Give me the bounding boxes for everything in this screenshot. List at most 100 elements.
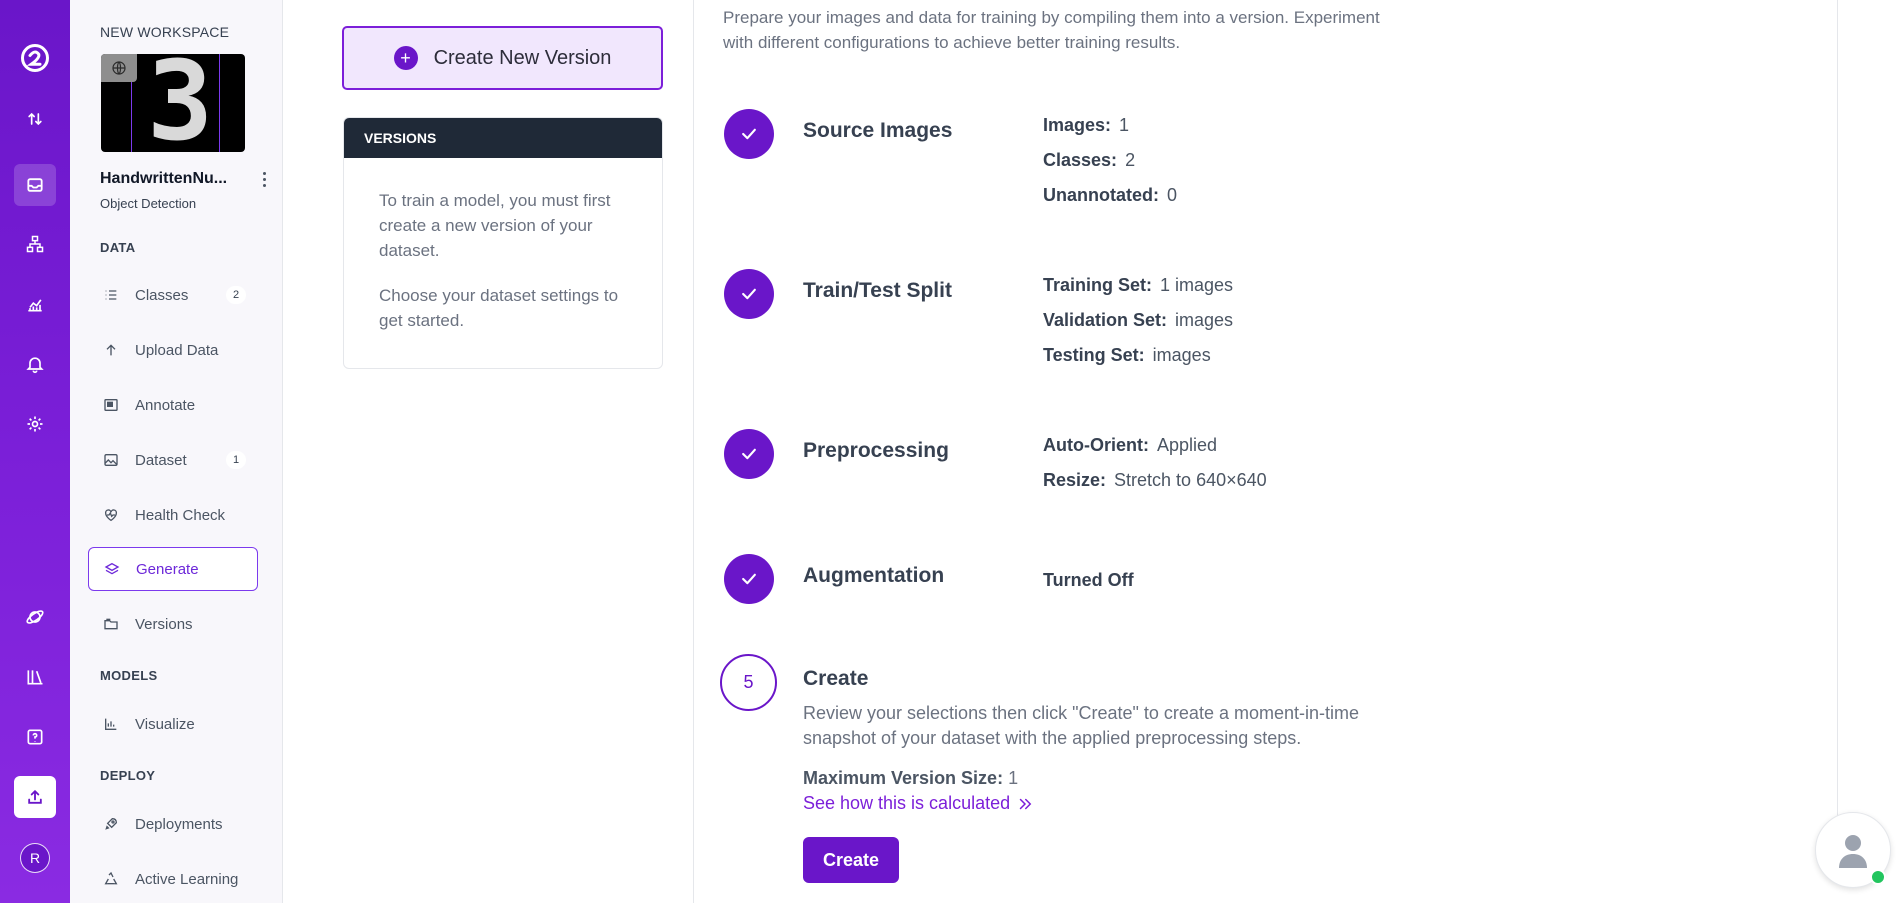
layers-icon <box>103 560 121 578</box>
step-number-badge: 5 <box>720 654 777 711</box>
sidebar-item-visualize[interactable]: Visualize <box>88 702 258 746</box>
project-thumbnail[interactable]: 3 <box>101 54 245 152</box>
image-icon <box>102 451 120 469</box>
project-sidebar: NEW WORKSPACE 3 HandwrittenNu... Object … <box>70 0 283 903</box>
field-value: 1 <box>1008 768 1019 788</box>
create-button[interactable]: Create <box>803 837 899 883</box>
sidebar-item-upload-data[interactable]: Upload Data <box>88 328 258 372</box>
sidebar-item-generate[interactable]: Generate <box>88 547 258 591</box>
field-unannotated: Unannotated: 0 <box>1043 185 1177 206</box>
empty-state-text: To train a model, you must first create … <box>379 191 611 260</box>
field-label: Classes: <box>1043 150 1118 170</box>
help-icon[interactable] <box>14 716 56 758</box>
kebab-menu-icon[interactable] <box>258 170 270 188</box>
field-images: Images: 1 <box>1043 115 1129 136</box>
create-new-version-button[interactable]: + Create New Version <box>342 26 663 90</box>
sidebar-item-deployments[interactable]: Deployments <box>88 802 258 846</box>
annotate-icon <box>102 396 120 414</box>
heart-pulse-icon <box>102 506 120 524</box>
intro-text: Prepare your images and data for trainin… <box>723 8 1380 52</box>
online-status-dot <box>1870 869 1886 885</box>
recycle-icon <box>102 870 120 888</box>
chart-icon <box>102 715 120 733</box>
versions-empty-state: To train a model, you must first create … <box>344 158 662 333</box>
sidebar-item-label: Upload Data <box>135 341 219 359</box>
sidebar-item-dataset[interactable]: Dataset 1 <box>88 438 258 482</box>
logo-icon[interactable] <box>14 37 56 79</box>
list-icon <box>102 286 120 304</box>
sidebar-item-health-check[interactable]: Health Check <box>88 493 258 537</box>
rocket-icon <box>102 815 120 833</box>
sidebar-item-label: Dataset <box>135 451 187 469</box>
double-chevron-right-icon <box>1019 798 1032 809</box>
project-type: Object Detection <box>100 196 197 211</box>
field-label: Resize: <box>1043 470 1107 490</box>
sidebar-item-label: Generate <box>136 560 199 578</box>
sidebar-item-label: Versions <box>135 615 193 633</box>
sidebar-item-label: Deployments <box>135 815 223 833</box>
section-data: DATA <box>100 240 136 255</box>
field-value: 0 <box>1167 185 1178 205</box>
plus-icon: + <box>393 46 418 70</box>
sort-arrows-icon[interactable] <box>14 98 56 140</box>
field-label: Images: <box>1043 115 1112 135</box>
step-complete-check-icon <box>724 269 774 319</box>
sidebar-item-classes[interactable]: Classes 2 <box>88 273 258 317</box>
sidebar-item-label: Health Check <box>135 506 226 524</box>
inbox-icon[interactable] <box>14 164 56 206</box>
versions-card: VERSIONS To train a model, you must firs… <box>343 117 663 369</box>
sidebar-item-label: Active Learning <box>135 870 239 888</box>
count-badge: 2 <box>226 286 246 304</box>
library-icon[interactable] <box>14 656 56 698</box>
field-value: 2 <box>1125 150 1136 170</box>
field-training-set: Training Set: 1 images <box>1043 275 1233 296</box>
field-value: images <box>1175 310 1234 330</box>
analytics-icon[interactable] <box>14 283 56 325</box>
sidebar-item-versions[interactable]: Versions <box>88 602 258 646</box>
digit-image: 3 <box>147 54 214 152</box>
hierarchy-icon[interactable] <box>14 223 56 265</box>
support-chat-button[interactable] <box>1815 812 1891 888</box>
step-title-create: Create <box>803 667 869 690</box>
create-new-version-label: Create New Version <box>433 46 612 69</box>
sidebar-item-label: Visualize <box>135 715 195 733</box>
folder-icon <box>102 615 120 633</box>
augmentation-status: Turned Off <box>1043 570 1134 591</box>
avatar-initial: R <box>29 850 41 866</box>
field-testing-set: Testing Set: images <box>1043 345 1211 366</box>
field-value: Stretch to 640×640 <box>1114 470 1267 490</box>
field-label: Validation Set: <box>1043 310 1168 330</box>
empty-state-text: Choose your dataset settings to get star… <box>379 286 619 330</box>
project-name: HandwrittenNu... <box>100 170 228 187</box>
field-auto-orient: Auto-Orient: Applied <box>1043 435 1217 456</box>
field-label: Testing Set: <box>1043 345 1145 365</box>
planet-icon[interactable] <box>14 596 56 638</box>
gear-icon[interactable] <box>14 403 56 445</box>
field-value: Applied <box>1156 435 1218 455</box>
create-description: Review your selections then click "Creat… <box>803 703 1359 748</box>
person-avatar-icon <box>1839 835 1867 868</box>
upload-icon[interactable] <box>14 776 56 818</box>
sidebar-item-active-learning[interactable]: Active Learning <box>88 857 258 901</box>
field-value: 1 images <box>1160 275 1234 295</box>
step-title-source-images: Source Images <box>803 119 953 142</box>
field-label: Unannotated: <box>1043 185 1159 205</box>
count-badge: 1 <box>226 451 246 469</box>
max-version-size: Maximum Version Size: 1 <box>803 768 1018 789</box>
icon-rail: R <box>0 0 70 903</box>
step-title-preprocessing: Preprocessing <box>803 439 949 462</box>
versions-header: VERSIONS <box>344 118 662 158</box>
section-deploy: DEPLOY <box>100 768 156 783</box>
column-divider <box>693 0 694 903</box>
step-complete-check-icon <box>724 554 774 604</box>
step-title-augmentation: Augmentation <box>803 564 945 587</box>
bbox-line <box>219 54 220 152</box>
step-title-train-test-split: Train/Test Split <box>803 279 952 302</box>
user-avatar[interactable]: R <box>20 843 50 873</box>
step-complete-check-icon <box>724 429 774 479</box>
sidebar-item-annotate[interactable]: Annotate <box>88 383 258 427</box>
see-calculation-link[interactable]: See how this is calculated <box>803 793 1034 814</box>
bell-icon[interactable] <box>14 343 56 385</box>
field-value: 1 <box>1119 115 1130 135</box>
field-resize: Resize: Stretch to 640×640 <box>1043 470 1267 491</box>
